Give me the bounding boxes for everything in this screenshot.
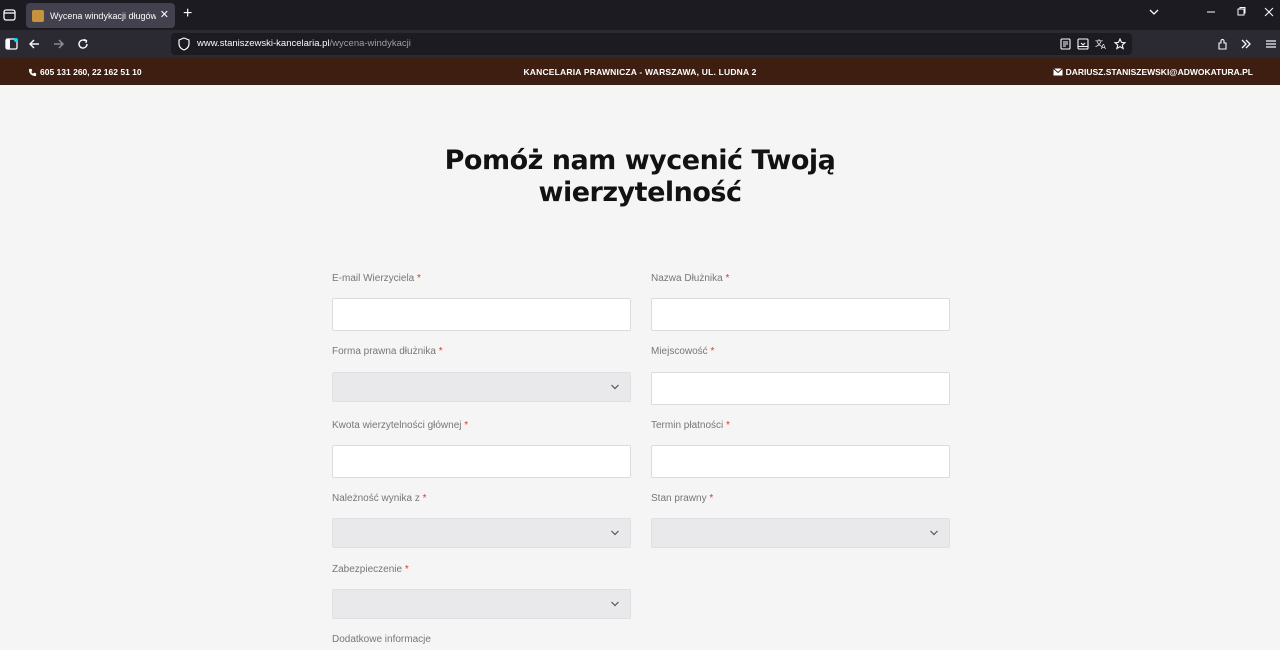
back-icon[interactable]: [26, 36, 42, 52]
legal-status-label-text: Stan prawny: [651, 493, 707, 504]
hamburger-menu-icon[interactable]: [1263, 36, 1279, 52]
required-mark: *: [404, 564, 409, 575]
due-date-field[interactable]: [651, 445, 950, 478]
due-date-label-text: Termin płatności: [651, 420, 724, 431]
tab-close-icon[interactable]: ✕: [160, 10, 169, 21]
required-mark: *: [417, 273, 421, 284]
chevron-down-icon: [611, 384, 619, 390]
tab-list-icon[interactable]: [1, 7, 17, 23]
sidebar-icon[interactable]: [3, 36, 19, 52]
page-title-line-1: Pomóż nam wycenić Twoją: [444, 145, 836, 176]
browser-tab-active[interactable]: Wycena windykacji długów prz ✕: [26, 3, 175, 28]
more-tools-chevrons-icon[interactable]: [1238, 36, 1254, 52]
reader-view-icon[interactable]: [1057, 36, 1073, 52]
url-path: /wycena-windykacji: [329, 38, 411, 49]
svg-text:A: A: [1101, 43, 1106, 50]
page-title: Pomóż nam wycenić Twoją wierzytelność: [0, 145, 1280, 209]
security-label: Zabezpieczenie *: [332, 564, 409, 575]
debtor-name-label: Nazwa Dłużnika *: [651, 273, 729, 284]
additional-info-label: Dodatkowe informacje: [332, 634, 431, 645]
tab-title: Wycena windykacji długów prz: [50, 10, 156, 21]
legal-form-select[interactable]: [332, 372, 631, 402]
extensions-icon[interactable]: [1215, 36, 1231, 52]
due-date-label: Termin płatności *: [651, 420, 730, 431]
debtor-name-field[interactable]: [651, 298, 950, 331]
amount-field[interactable]: [332, 445, 631, 478]
email-label: E-mail Wierzyciela *: [332, 273, 421, 284]
url-host: www.staniszewski-kancelaria.pl: [197, 38, 330, 49]
claim-source-label: Należność wynika z *: [332, 493, 427, 504]
required-mark: *: [438, 346, 443, 357]
site-security-shield-icon[interactable]: [178, 37, 190, 51]
city-label-text: Miejscowość: [651, 346, 708, 357]
site-favicon-icon: [32, 9, 44, 22]
chevron-down-icon: [611, 601, 619, 607]
amount-label: Kwota wierzytelności głównej *: [332, 420, 468, 431]
save-to-pocket-icon[interactable]: [1075, 36, 1091, 52]
site-top-strip: 605 131 260, 22 162 51 10 KANCELARIA PRA…: [0, 58, 1280, 85]
new-tab-icon[interactable]: +: [183, 6, 192, 22]
minimize-icon[interactable]: [1206, 6, 1216, 22]
legal-status-select[interactable]: [651, 518, 950, 548]
bookmark-star-icon[interactable]: [1112, 36, 1128, 52]
city-field[interactable]: [651, 372, 950, 405]
debtor-name-label-text: Nazwa Dłużnika: [651, 273, 723, 284]
reload-icon[interactable]: [75, 36, 91, 52]
required-mark: *: [710, 346, 715, 357]
legal-form-label: Forma prawna dłużnika *: [332, 346, 443, 357]
email-address: DARIUSZ.STANISZEWSKI@ADWOKATURA.PL: [1065, 67, 1253, 77]
chevron-down-icon: [611, 530, 619, 536]
email-contact[interactable]: DARIUSZ.STANISZEWSKI@ADWOKATURA.PL: [1052, 67, 1253, 77]
restore-icon[interactable]: [1236, 6, 1246, 22]
chevron-down-icon: [930, 530, 938, 536]
legal-status-label: Stan prawny *: [651, 493, 713, 504]
security-label-text: Zabezpieczenie: [332, 564, 403, 575]
page-title-line-2: wierzytelność: [538, 177, 742, 208]
amount-label-text: Kwota wierzytelności głównej: [332, 420, 462, 431]
email-field[interactable]: [332, 298, 631, 331]
required-mark: *: [464, 420, 469, 431]
city-label: Miejscowość *: [651, 346, 714, 357]
address-bar[interactable]: www.staniszewski-kancelaria.pl/wycena-wi…: [171, 33, 1132, 55]
additional-info-label-text: Dodatkowe informacje: [332, 634, 431, 645]
email-label-text: E-mail Wierzyciela: [332, 273, 415, 284]
claim-source-label-text: Należność wynika z: [332, 493, 420, 504]
envelope-icon: [1052, 68, 1063, 76]
forward-icon[interactable]: [51, 36, 67, 52]
required-mark: *: [725, 273, 730, 284]
url-text[interactable]: www.staniszewski-kancelaria.pl/wycena-wi…: [197, 38, 411, 49]
required-mark: *: [422, 493, 427, 504]
translate-icon[interactable]: 文A: [1093, 36, 1109, 52]
legal-form-label-text: Forma prawna dłużnika: [332, 346, 436, 357]
tab-overflow-chevron-icon[interactable]: [1148, 6, 1160, 22]
security-select[interactable]: [332, 589, 631, 619]
required-mark: *: [709, 493, 714, 504]
claim-source-select[interactable]: [332, 518, 631, 548]
required-mark: *: [726, 420, 730, 431]
close-window-icon[interactable]: [1264, 6, 1274, 22]
